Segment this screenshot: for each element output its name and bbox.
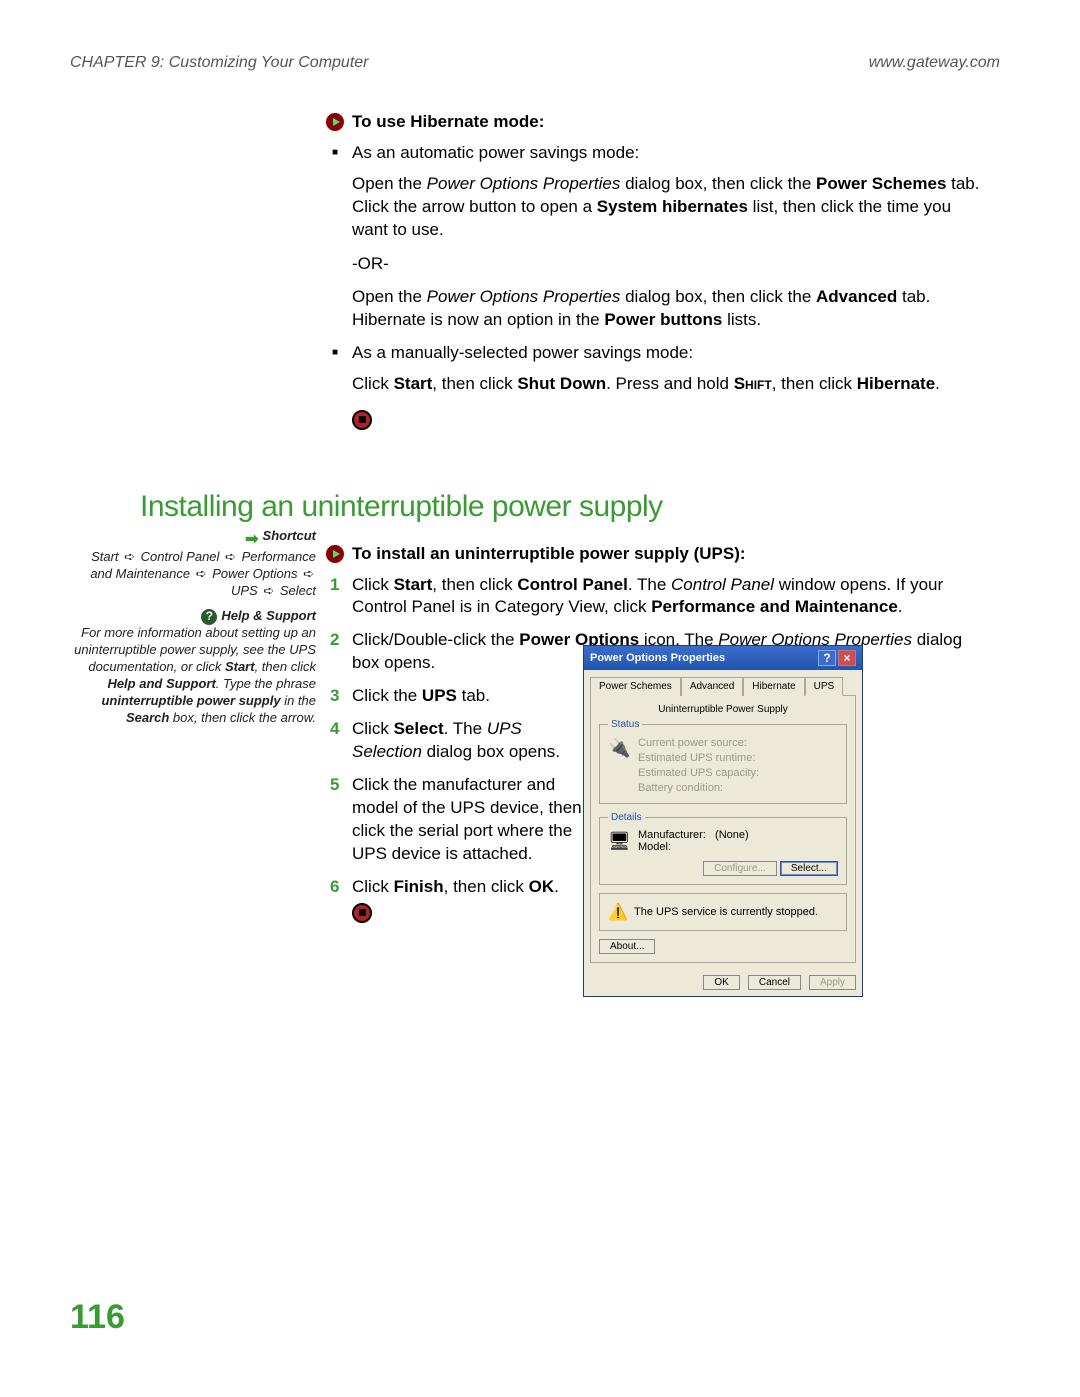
manufacturer-label: Manufacturer: xyxy=(638,829,706,841)
step-6: 6 Click Finish, then click OK. xyxy=(352,876,592,923)
header-url: www.gateway.com xyxy=(869,54,1000,72)
stop-icon xyxy=(352,410,372,430)
tab-ups[interactable]: UPS xyxy=(805,677,844,696)
tab-advanced[interactable]: Advanced xyxy=(681,677,743,696)
para-manual-mode: Click Start, then click Shut Down. Press… xyxy=(352,373,980,396)
sidebar-shortcut: Shortcut Start ➪ Control Panel ➪ Perform… xyxy=(70,528,316,600)
status-line: Current power source: xyxy=(638,736,759,751)
step-1: 1 Click Start, then click Control Panel.… xyxy=(352,574,980,620)
help-icon[interactable]: ? xyxy=(818,650,836,666)
question-icon: ? xyxy=(201,609,217,625)
dialog-title: Power Options Properties xyxy=(590,652,725,664)
warning-text: The UPS service is currently stopped. xyxy=(634,906,818,918)
warning-group: ⚠️ The UPS service is currently stopped. xyxy=(599,893,847,931)
shortcut-path: Start ➪ Control Panel ➪ Performance and … xyxy=(70,549,316,600)
tab-strip: Power Schemes Advanced Hibernate UPS xyxy=(584,670,862,695)
bullet-manual-mode: As a manually-selected power savings mod… xyxy=(352,342,980,365)
procedure-heading-hibernate: To use Hibernate mode: xyxy=(326,112,980,132)
page-number: 116 xyxy=(70,1298,125,1337)
configure-button[interactable]: Configure... xyxy=(703,861,777,876)
procedure-heading-ups: To install an uninterruptible power supp… xyxy=(326,544,980,564)
play-icon xyxy=(326,113,344,131)
section-heading-ups: Installing an uninterruptible power supp… xyxy=(140,490,1000,524)
tab-hibernate[interactable]: Hibernate xyxy=(743,677,804,696)
stop-icon xyxy=(352,903,372,923)
sidebar-help: ? Help & Support For more information ab… xyxy=(70,608,316,727)
close-icon[interactable]: × xyxy=(838,650,856,666)
procedure-title: To use Hibernate mode: xyxy=(352,112,544,132)
select-button[interactable]: Select... xyxy=(780,861,838,876)
tab-power-schemes[interactable]: Power Schemes xyxy=(590,677,681,696)
arrow-right-icon xyxy=(243,530,259,542)
group-title: Uninterruptible Power Supply xyxy=(599,704,847,715)
para-auto-mode-1: Open the Power Options Properties dialog… xyxy=(352,173,980,242)
details-legend: Details xyxy=(608,812,645,823)
key-shift: Shift xyxy=(734,374,772,393)
bullet-auto-mode: As an automatic power savings mode: xyxy=(352,142,980,165)
titlebar: Power Options Properties ? × xyxy=(584,646,862,670)
about-button[interactable]: About... xyxy=(599,939,655,954)
status-line: Battery condition: xyxy=(638,781,759,796)
status-line: Estimated UPS runtime: xyxy=(638,751,759,766)
manufacturer-value: (None) xyxy=(715,829,749,841)
apply-button[interactable]: Apply xyxy=(809,975,856,990)
chapter-label: CHAPTER 9: Customizing Your Computer xyxy=(70,54,368,72)
details-group: Details 🖥 Manufacturer: (None) Model: Co… xyxy=(599,812,847,885)
battery-plug-icon: 🔌 xyxy=(608,736,632,760)
step-3: 3 Click the UPS tab. xyxy=(352,685,592,708)
ok-button[interactable]: OK xyxy=(703,975,739,990)
step-5: 5 Click the manufacturer and model of th… xyxy=(352,774,592,866)
page-header: CHAPTER 9: Customizing Your Computer www… xyxy=(70,54,1000,72)
ups-device-icon: 🖥 xyxy=(608,829,632,853)
step-4: 4 Click Select. The UPS Selection dialog… xyxy=(352,718,592,764)
status-legend: Status xyxy=(608,719,642,730)
or-separator: -OR- xyxy=(352,254,980,274)
para-auto-mode-2: Open the Power Options Properties dialog… xyxy=(352,286,980,332)
cancel-button[interactable]: Cancel xyxy=(748,975,801,990)
warning-icon: ⚠️ xyxy=(608,902,628,922)
status-line: Estimated UPS capacity: xyxy=(638,766,759,781)
procedure-title: To install an uninterruptible power supp… xyxy=(352,544,746,564)
help-text: For more information about setting up an… xyxy=(70,625,316,726)
model-label: Model: xyxy=(638,841,838,853)
play-icon xyxy=(326,545,344,563)
status-group: Status 🔌 Current power source: Estimated… xyxy=(599,719,847,804)
power-options-properties-dialog: Power Options Properties ? × Power Schem… xyxy=(583,645,863,997)
